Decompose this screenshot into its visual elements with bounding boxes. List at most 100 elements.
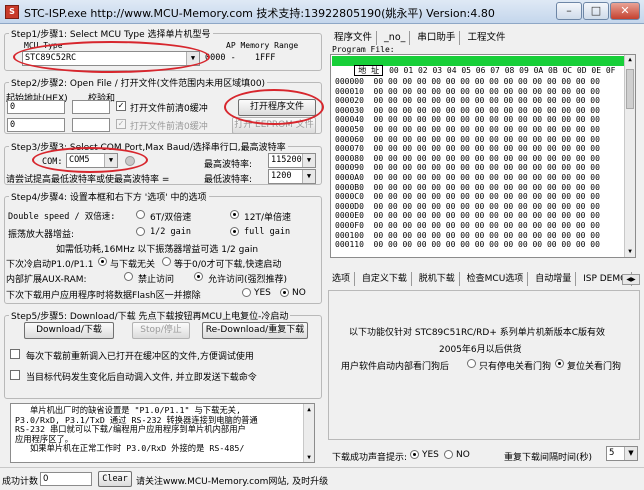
close-button[interactable]: ✕ [610, 2, 640, 20]
scroll-thumb[interactable] [626, 69, 634, 109]
hex-row: 000110 00 00 00 00 00 00 00 00 00 00 00 … [335, 240, 600, 249]
gain-full-radio[interactable] [230, 227, 239, 236]
website-link[interactable]: 请关注www.MCU-Memory.com网站, 及时升级 [136, 474, 328, 487]
hex-row-address: 000080 [335, 153, 364, 163]
reload-before-download-checkbox[interactable] [10, 349, 20, 359]
hex-row-bytes: 00 00 00 00 00 00 00 00 00 00 00 00 00 0… [373, 240, 600, 250]
repeat-interval-select[interactable]: 5 ▼ [606, 446, 638, 461]
tab-no[interactable]: _no_ [380, 31, 411, 45]
chevron-right-icon[interactable]: ▶ [631, 276, 636, 283]
hex-row: 000060 00 00 00 00 00 00 00 00 00 00 00 … [335, 135, 600, 144]
hex-row: 000000 00 00 00 00 00 00 00 00 00 00 00 … [335, 77, 600, 86]
maximize-button[interactable]: □ [583, 2, 609, 20]
flash-no-radio[interactable] [280, 288, 289, 297]
tab-check-mcu-options[interactable]: 检查MCU选项 [463, 272, 529, 286]
tab-offline-download[interactable]: 脱机下载 [415, 272, 460, 286]
max-baud-select[interactable]: 115200 ▼ [268, 153, 316, 168]
hex-row-address: 0000C0 [335, 192, 364, 202]
ap-range-sep: - [230, 53, 236, 63]
speed-12t-radio[interactable] [230, 210, 239, 219]
hex-header-addr: 地 址 [354, 65, 384, 76]
scroll-up-icon[interactable]: ▲ [626, 56, 634, 64]
hex-row: 0000F0 00 00 00 00 00 00 00 00 00 00 00 … [335, 221, 600, 230]
hex-row-address: 000060 [335, 134, 364, 144]
hex-row-bytes: 00 00 00 00 00 00 00 00 00 00 00 00 00 0… [373, 192, 600, 202]
clear-buffer-label-2: 打开文件前清0缓冲 [130, 122, 208, 132]
p1-opt1-radio[interactable] [98, 257, 107, 266]
hex-row: 0000B0 00 00 00 00 00 00 00 00 00 00 00 … [335, 183, 600, 192]
reset-label: 用户软件启动内部看门狗后 [341, 362, 450, 372]
stop-button[interactable]: Stop/停止 [132, 322, 190, 339]
tab-program-file[interactable]: 程序文件 [330, 31, 378, 45]
hex-row: 000100 00 00 00 00 00 00 00 00 00 00 00 … [335, 231, 600, 240]
step2-legend: Step2/步骤2: Open File / 打开文件(文件范围内未用区域填00… [11, 79, 266, 89]
success-count-label: 成功计数 [2, 477, 39, 487]
ap-range-end: 1FFF [254, 53, 276, 63]
auto-reload-label: 当目标代码发生变化后自动调入文件, 并立即发送下载命令 [26, 373, 257, 383]
start-address-input-1[interactable]: 0 [7, 100, 65, 114]
checksum-field-2[interactable] [72, 118, 110, 132]
tab-auto-increment[interactable]: 自动增量 [531, 272, 577, 286]
max-baud-label: 最高波特率: [204, 160, 253, 170]
hex-scrollbar[interactable]: ▲ ▼ [624, 55, 635, 257]
reset-opt1-radio[interactable] [467, 359, 476, 368]
hex-row-bytes: 00 00 00 00 00 00 00 00 00 00 00 00 00 0… [373, 144, 600, 154]
hex-row-bytes: 00 00 00 00 00 00 00 00 00 00 00 00 00 0… [373, 86, 600, 96]
auxram-opt2-radio[interactable] [194, 272, 203, 281]
info-line-2: 2005年6月以后供货 [439, 345, 522, 355]
scroll-down-icon[interactable]: ▼ [626, 248, 634, 256]
note-textbox[interactable]: 单片机出厂时的缺省设置是 "P1.0/P1.1" 与下载无关, P3.0/RxD… [10, 403, 315, 463]
reset-opt2-label: 复位关看门狗 [567, 362, 622, 372]
p1-opt2-radio[interactable] [162, 257, 171, 266]
flash-yes-label: YES [254, 288, 271, 298]
hex-row-address: 0000D0 [335, 201, 364, 211]
baud-hint: 请尝试提高最低波特率或使最高波特率 = [6, 175, 170, 185]
hex-row: 000070 00 00 00 00 00 00 00 00 00 00 00 … [335, 144, 600, 153]
hex-row-bytes: 00 00 00 00 00 00 00 00 00 00 00 00 00 0… [373, 115, 600, 125]
auxram-opt1-radio[interactable] [124, 272, 133, 281]
checksum-field-1[interactable] [72, 100, 110, 114]
hex-row-address: 000020 [335, 96, 364, 106]
hex-row-bytes: 00 00 00 00 00 00 00 00 00 00 00 00 00 0… [373, 163, 600, 173]
hex-row-bytes: 00 00 00 00 00 00 00 00 00 00 00 00 00 0… [373, 134, 600, 144]
tab-custom-download[interactable]: 自定义下载 [358, 272, 412, 286]
sound-no-radio[interactable] [444, 450, 453, 459]
hex-row-address: 000090 [335, 163, 364, 173]
redownload-button[interactable]: Re-Download/重复下载 [202, 322, 308, 339]
start-address-input-2[interactable]: 0 [7, 118, 65, 132]
tab-scroll-arrows[interactable]: ◀▶ [622, 274, 640, 285]
minimize-button[interactable]: – [556, 2, 582, 20]
download-button[interactable]: Download/下载 [24, 322, 114, 339]
hex-row: 000090 00 00 00 00 00 00 00 00 00 00 00 … [335, 163, 600, 172]
hex-editor[interactable]: 地 址 00 01 02 03 04 05 06 07 08 09 0A 0B 0… [330, 54, 636, 258]
step4-legend: Step4/步骤4: 设置本框和右下方 '选项' 中的选项 [11, 193, 207, 203]
gain-half-radio[interactable] [136, 227, 145, 236]
clear-buffer-checkbox-2[interactable]: ✓ [116, 119, 126, 129]
chevron-down-icon[interactable]: ▼ [624, 447, 637, 460]
hex-row-bytes: 00 00 00 00 00 00 00 00 00 00 00 00 00 0… [373, 182, 600, 192]
clear-buffer-checkbox-1[interactable]: ✓ [116, 101, 126, 111]
flash-yes-radio[interactable] [242, 288, 251, 297]
note-scrollbar[interactable]: ▲ ▼ [303, 404, 314, 462]
hex-row: 0000A0 00 00 00 00 00 00 00 00 00 00 00 … [335, 173, 600, 182]
success-count-field: 0 [40, 472, 92, 486]
info-line-1: 以下功能仅针对 STC89C51RC/RD+ 系列单片机新版本C版有效 [349, 328, 606, 338]
sound-no-label: NO [456, 450, 470, 460]
auto-reload-checkbox[interactable] [10, 370, 20, 380]
clear-count-button[interactable]: Clear [98, 471, 132, 487]
chevron-down-icon[interactable]: ▼ [302, 170, 315, 183]
tab-options[interactable]: 选项 [328, 272, 356, 286]
sound-yes-radio[interactable] [410, 450, 419, 459]
scroll-down-icon[interactable]: ▼ [305, 453, 313, 461]
hex-row-bytes: 00 00 00 00 00 00 00 00 00 00 00 00 00 0… [373, 173, 600, 182]
scroll-up-icon[interactable]: ▲ [305, 405, 313, 413]
repeat-interval-value: 5 [609, 448, 615, 458]
min-baud-select[interactable]: 1200 ▼ [268, 169, 316, 184]
window-title-text: http://www.MCU-Memory.com 技术支持:139228051… [90, 7, 495, 20]
tab-serial-assistant[interactable]: 串口助手 [413, 31, 461, 45]
tab-project-file[interactable]: 工程文件 [463, 31, 509, 45]
reset-opt2-radio[interactable] [555, 359, 564, 368]
chevron-down-icon[interactable]: ▼ [302, 154, 315, 167]
hex-row: 0000E0 00 00 00 00 00 00 00 00 00 00 00 … [335, 211, 600, 220]
speed-6t-radio[interactable] [136, 210, 145, 219]
